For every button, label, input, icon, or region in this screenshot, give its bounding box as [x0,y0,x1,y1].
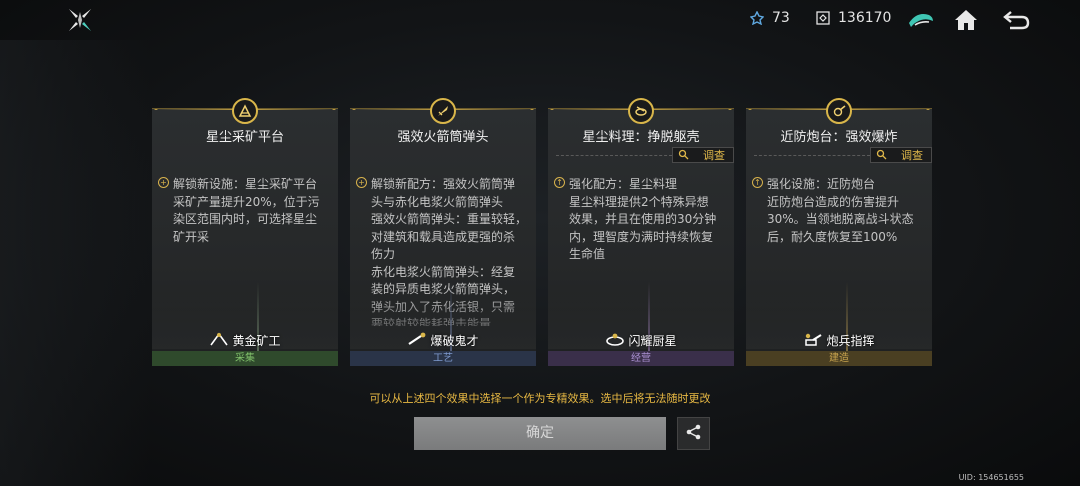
energy-value: 73 [772,10,790,26]
investigate-button[interactable]: 调查 [870,147,932,163]
energy-icon [750,11,764,25]
home-icon[interactable] [951,6,981,34]
mining-platform-icon [232,98,258,124]
magnifier-icon [876,149,887,163]
specialization-card-cooking[interactable]: 星尘料理：挣脱躯壳 调查 ↑ 强化配方：星尘料理 星尘料理提供2个特殊异想 效果… [548,108,734,366]
share-button[interactable] [677,417,710,450]
card-corner-dot [332,109,336,110]
share-icon [685,423,703,445]
category-tag: 建造 [746,351,932,366]
demolition-icon [407,331,427,350]
card-corner-dot [748,109,752,110]
credits-icon [816,11,830,25]
unlock-plus-icon: + [158,177,169,188]
upgrade-arrow-icon: ↑ [752,177,763,188]
card-title: 近防炮台：强效爆炸 [780,130,898,145]
category-tag: 工艺 [350,351,536,366]
talent-label: 闪耀厨星 [548,331,734,350]
card-corner-dot [530,109,534,110]
talent-label: 炮兵指挥 [746,331,932,350]
specialization-card-rocket[interactable]: 强效火箭筒弹头 + 解锁新配方：强效火箭筒弹 头与赤化电浆火箭筒弹头 强效火箭筒… [350,108,536,366]
magnifier-icon [678,149,689,163]
investigate-button[interactable]: 调查 [672,147,734,163]
background-left-shade [0,40,150,486]
effect-text: 解锁新设施：星尘采矿平台 采矿产量提升20%，位于污 染区范围内时，可选择星尘 … [173,177,320,244]
card-title: 星尘料理：挣脱躯壳 [582,130,700,145]
star-cuisine-icon [628,98,654,124]
back-icon[interactable] [1001,6,1031,34]
chef-icon [605,331,625,350]
miner-icon [209,331,229,350]
credits-value: 136170 [838,10,892,26]
effect-text: 强化设施：近防炮台 近防炮台造成的伤害提升 30%。当领地脱离战斗状态 后，耐久… [767,177,914,244]
selection-notice: 可以从上述四个效果中选择一个作为专精效果。选中后将无法随时更改 [369,392,711,405]
specialization-card-mining[interactable]: 星尘采矿平台 + 解锁新设施：星尘采矿平台 采矿产量提升20%，位于污 染区范围… [152,108,338,366]
talent-label: 爆破鬼才 [350,331,536,350]
card-title: 强效火箭筒弹头 [397,130,489,145]
rocket-warhead-icon [430,98,456,124]
card-corner-dot [926,109,930,110]
upgrade-arrow-icon: ↑ [554,177,565,188]
card-corner-dot [550,109,554,110]
credits-counter: 136170 [816,10,891,26]
unlock-plus-icon: + [356,177,367,188]
talent-label: 黄金矿工 [152,331,338,350]
confirm-button[interactable]: 确定 [414,417,666,450]
category-tag: 经营 [548,351,734,366]
top-bar: 73 136170 [0,0,1080,40]
user-id: UID: 154651655 [958,473,1024,482]
logo-icon[interactable] [66,6,94,34]
effect-text: 强化配方：星尘料理 星尘料理提供2个特殊异想 效果，并且在使用的30分钟 内，理… [569,177,717,261]
title-divider [754,155,870,156]
title-divider [556,155,672,156]
faction-icon[interactable] [906,6,936,34]
card-corner-dot [352,109,356,110]
artillery-icon [803,331,823,350]
category-tag: 采集 [152,351,338,366]
specialization-card-turret[interactable]: 近防炮台：强效爆炸 调查 ↑ 强化设施：近防炮台 近防炮台造成的伤害提升 30%… [746,108,932,366]
turret-icon [826,98,852,124]
card-title: 星尘采矿平台 [205,130,284,145]
card-corner-dot [154,109,158,110]
energy-counter: 73 [750,10,790,26]
card-corner-dot [728,109,732,110]
